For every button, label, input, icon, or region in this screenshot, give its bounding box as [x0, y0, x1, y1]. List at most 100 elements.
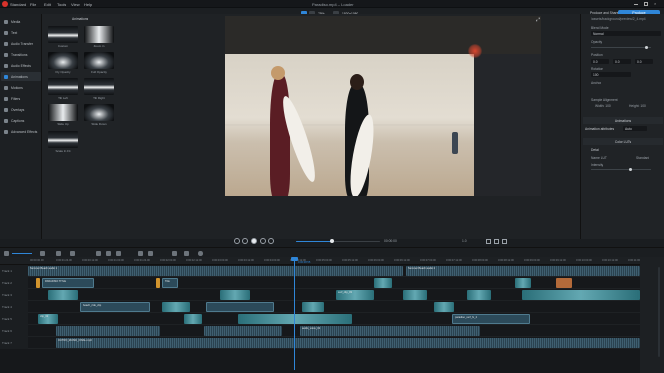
audio-clip[interactable]: Summer Beach audio 1	[28, 266, 403, 276]
close-icon[interactable]: ×	[654, 1, 656, 6]
video-clip[interactable]	[302, 302, 324, 312]
play-icon[interactable]	[251, 238, 257, 244]
menu-tools[interactable]: Tools	[57, 2, 66, 7]
track-header[interactable]: Track 2	[0, 277, 28, 289]
track-header[interactable]: Track 6	[0, 325, 28, 337]
title-marker-clip[interactable]	[36, 278, 40, 288]
nav-advanced-effects[interactable]: Advanced Effects	[1, 127, 41, 136]
animation-attributes-select[interactable]: Auto	[623, 126, 647, 131]
playback-speed[interactable]: 1.0	[462, 239, 467, 243]
color-luts-section[interactable]: Color LUTs	[583, 138, 663, 145]
menu-edit[interactable]: Edit	[44, 2, 51, 7]
nav-overlays[interactable]: Overlays	[1, 105, 41, 114]
menu-file[interactable]: File	[30, 2, 36, 7]
title-marker-clip[interactable]	[156, 278, 160, 288]
snapshot-icon[interactable]	[486, 238, 491, 244]
position-x-field[interactable]: 0.0	[591, 59, 609, 64]
video-clip[interactable]	[238, 314, 352, 324]
volume-icon[interactable]	[184, 251, 189, 256]
prev-frame-icon[interactable]	[242, 238, 248, 244]
split-icon[interactable]	[70, 251, 75, 256]
nav-audio-effects[interactable]: Audio Effects	[1, 61, 41, 70]
animations-section[interactable]: Animations	[583, 117, 663, 124]
zoom-icon[interactable]	[4, 251, 9, 256]
opacity-knob[interactable]	[645, 46, 648, 49]
marker-out-icon[interactable]	[148, 251, 153, 256]
audio-clip[interactable]: audio_voice_02	[300, 326, 480, 336]
video-clip[interactable]: clip_02	[38, 314, 58, 324]
copy-icon[interactable]	[116, 251, 121, 256]
lut-name-value[interactable]: Standard	[636, 156, 649, 160]
effect-tile-slide-down[interactable]	[84, 104, 114, 121]
menu-help[interactable]: Help	[84, 2, 92, 7]
title-clip[interactable]: Title	[162, 278, 178, 288]
nav-captions[interactable]: Captions	[1, 116, 41, 125]
record-voice-icon[interactable]	[198, 251, 203, 256]
audio-clip[interactable]	[56, 326, 160, 336]
video-clip[interactable]	[220, 290, 250, 300]
video-clip[interactable]	[48, 290, 78, 300]
nav-text[interactable]: Text	[1, 28, 41, 37]
skip-forward-icon[interactable]	[268, 238, 274, 244]
fullscreen-icon[interactable]	[494, 238, 499, 244]
maximize-icon[interactable]	[644, 2, 648, 6]
video-clip[interactable]: surf_clip_03	[336, 290, 374, 300]
nav-transitions[interactable]: Transitions	[1, 50, 41, 59]
effect-tile-slide-up[interactable]	[48, 104, 78, 121]
position-y-field[interactable]: 0.0	[613, 59, 631, 64]
effect-tile-zoom-in[interactable]	[84, 26, 114, 43]
nav-audio-transfer[interactable]: Audio Transfer	[1, 39, 41, 48]
audio-clip[interactable]	[204, 326, 282, 336]
track-header[interactable]: Track 5	[0, 313, 28, 325]
video-clip[interactable]	[162, 302, 190, 312]
lut-intensity-knob[interactable]	[629, 168, 632, 171]
lut-intensity-slider[interactable]	[591, 169, 651, 170]
nav-media[interactable]: Media	[1, 17, 41, 26]
skip-back-icon[interactable]	[234, 238, 240, 244]
timeline-zoom-slider[interactable]	[12, 252, 32, 254]
video-clip[interactable]	[467, 290, 491, 300]
vertical-scrollbar[interactable]	[658, 267, 660, 357]
track-header[interactable]: Track 7	[0, 337, 28, 349]
effect-tile-fly-opacity[interactable]	[48, 52, 78, 69]
video-clip[interactable]	[374, 278, 392, 288]
video-clip[interactable]	[403, 290, 427, 300]
track-header[interactable]: Track 3	[0, 289, 28, 301]
playhead[interactable]	[294, 257, 295, 370]
minimize-icon[interactable]	[634, 4, 638, 5]
track-header[interactable]: Track 1	[0, 265, 28, 277]
timeline-ruler[interactable]: 00:00:00.00 0:00:01:24.00 0:00:00:12.00 0:0…	[0, 257, 644, 265]
next-frame-icon[interactable]	[260, 238, 266, 244]
rotation-field[interactable]: 100	[591, 72, 631, 77]
video-clip[interactable]: paradiso_surf_fx_2	[452, 314, 530, 324]
effect-tile-full-opacity[interactable]	[84, 52, 114, 69]
effect-tile-tilt-right[interactable]	[84, 78, 114, 95]
menu-view[interactable]: View	[71, 2, 80, 7]
video-clip[interactable]	[206, 302, 274, 312]
nav-filters[interactable]: Filters	[1, 94, 41, 103]
video-clip[interactable]: beach_ride_clip	[80, 302, 150, 312]
video-clip[interactable]	[434, 302, 454, 312]
effect-tile-tilt-left[interactable]	[48, 78, 78, 95]
audio-clip[interactable]: OUTRO_MUSIC_FINAL.mp3	[56, 338, 640, 348]
delete-icon[interactable]	[106, 251, 111, 256]
nav-motions[interactable]: Motions	[1, 83, 41, 92]
title-clip[interactable]: PARADISO TITLE	[42, 278, 94, 288]
redo-icon[interactable]	[56, 251, 61, 256]
audio-icon[interactable]	[172, 251, 177, 256]
track-header[interactable]: Track 4	[0, 301, 28, 313]
video-clip[interactable]	[556, 278, 572, 288]
undo-icon[interactable]	[40, 251, 45, 256]
marker-in-icon[interactable]	[138, 251, 143, 256]
video-clip[interactable]	[522, 290, 640, 300]
expand-icon[interactable]: ⤢	[536, 17, 540, 23]
video-clip[interactable]	[184, 314, 202, 324]
cut-icon[interactable]	[96, 251, 101, 256]
preview-canvas[interactable]: ⤢	[225, 16, 541, 196]
effect-tile-custom[interactable]	[48, 26, 78, 43]
audio-clip[interactable]: Summer Beach audio 2	[406, 266, 640, 276]
effect-tile-scale-in-fit[interactable]	[48, 131, 78, 148]
settings-icon[interactable]	[502, 238, 507, 244]
video-clip[interactable]	[515, 278, 531, 288]
blend-select[interactable]: Normal	[591, 31, 661, 36]
